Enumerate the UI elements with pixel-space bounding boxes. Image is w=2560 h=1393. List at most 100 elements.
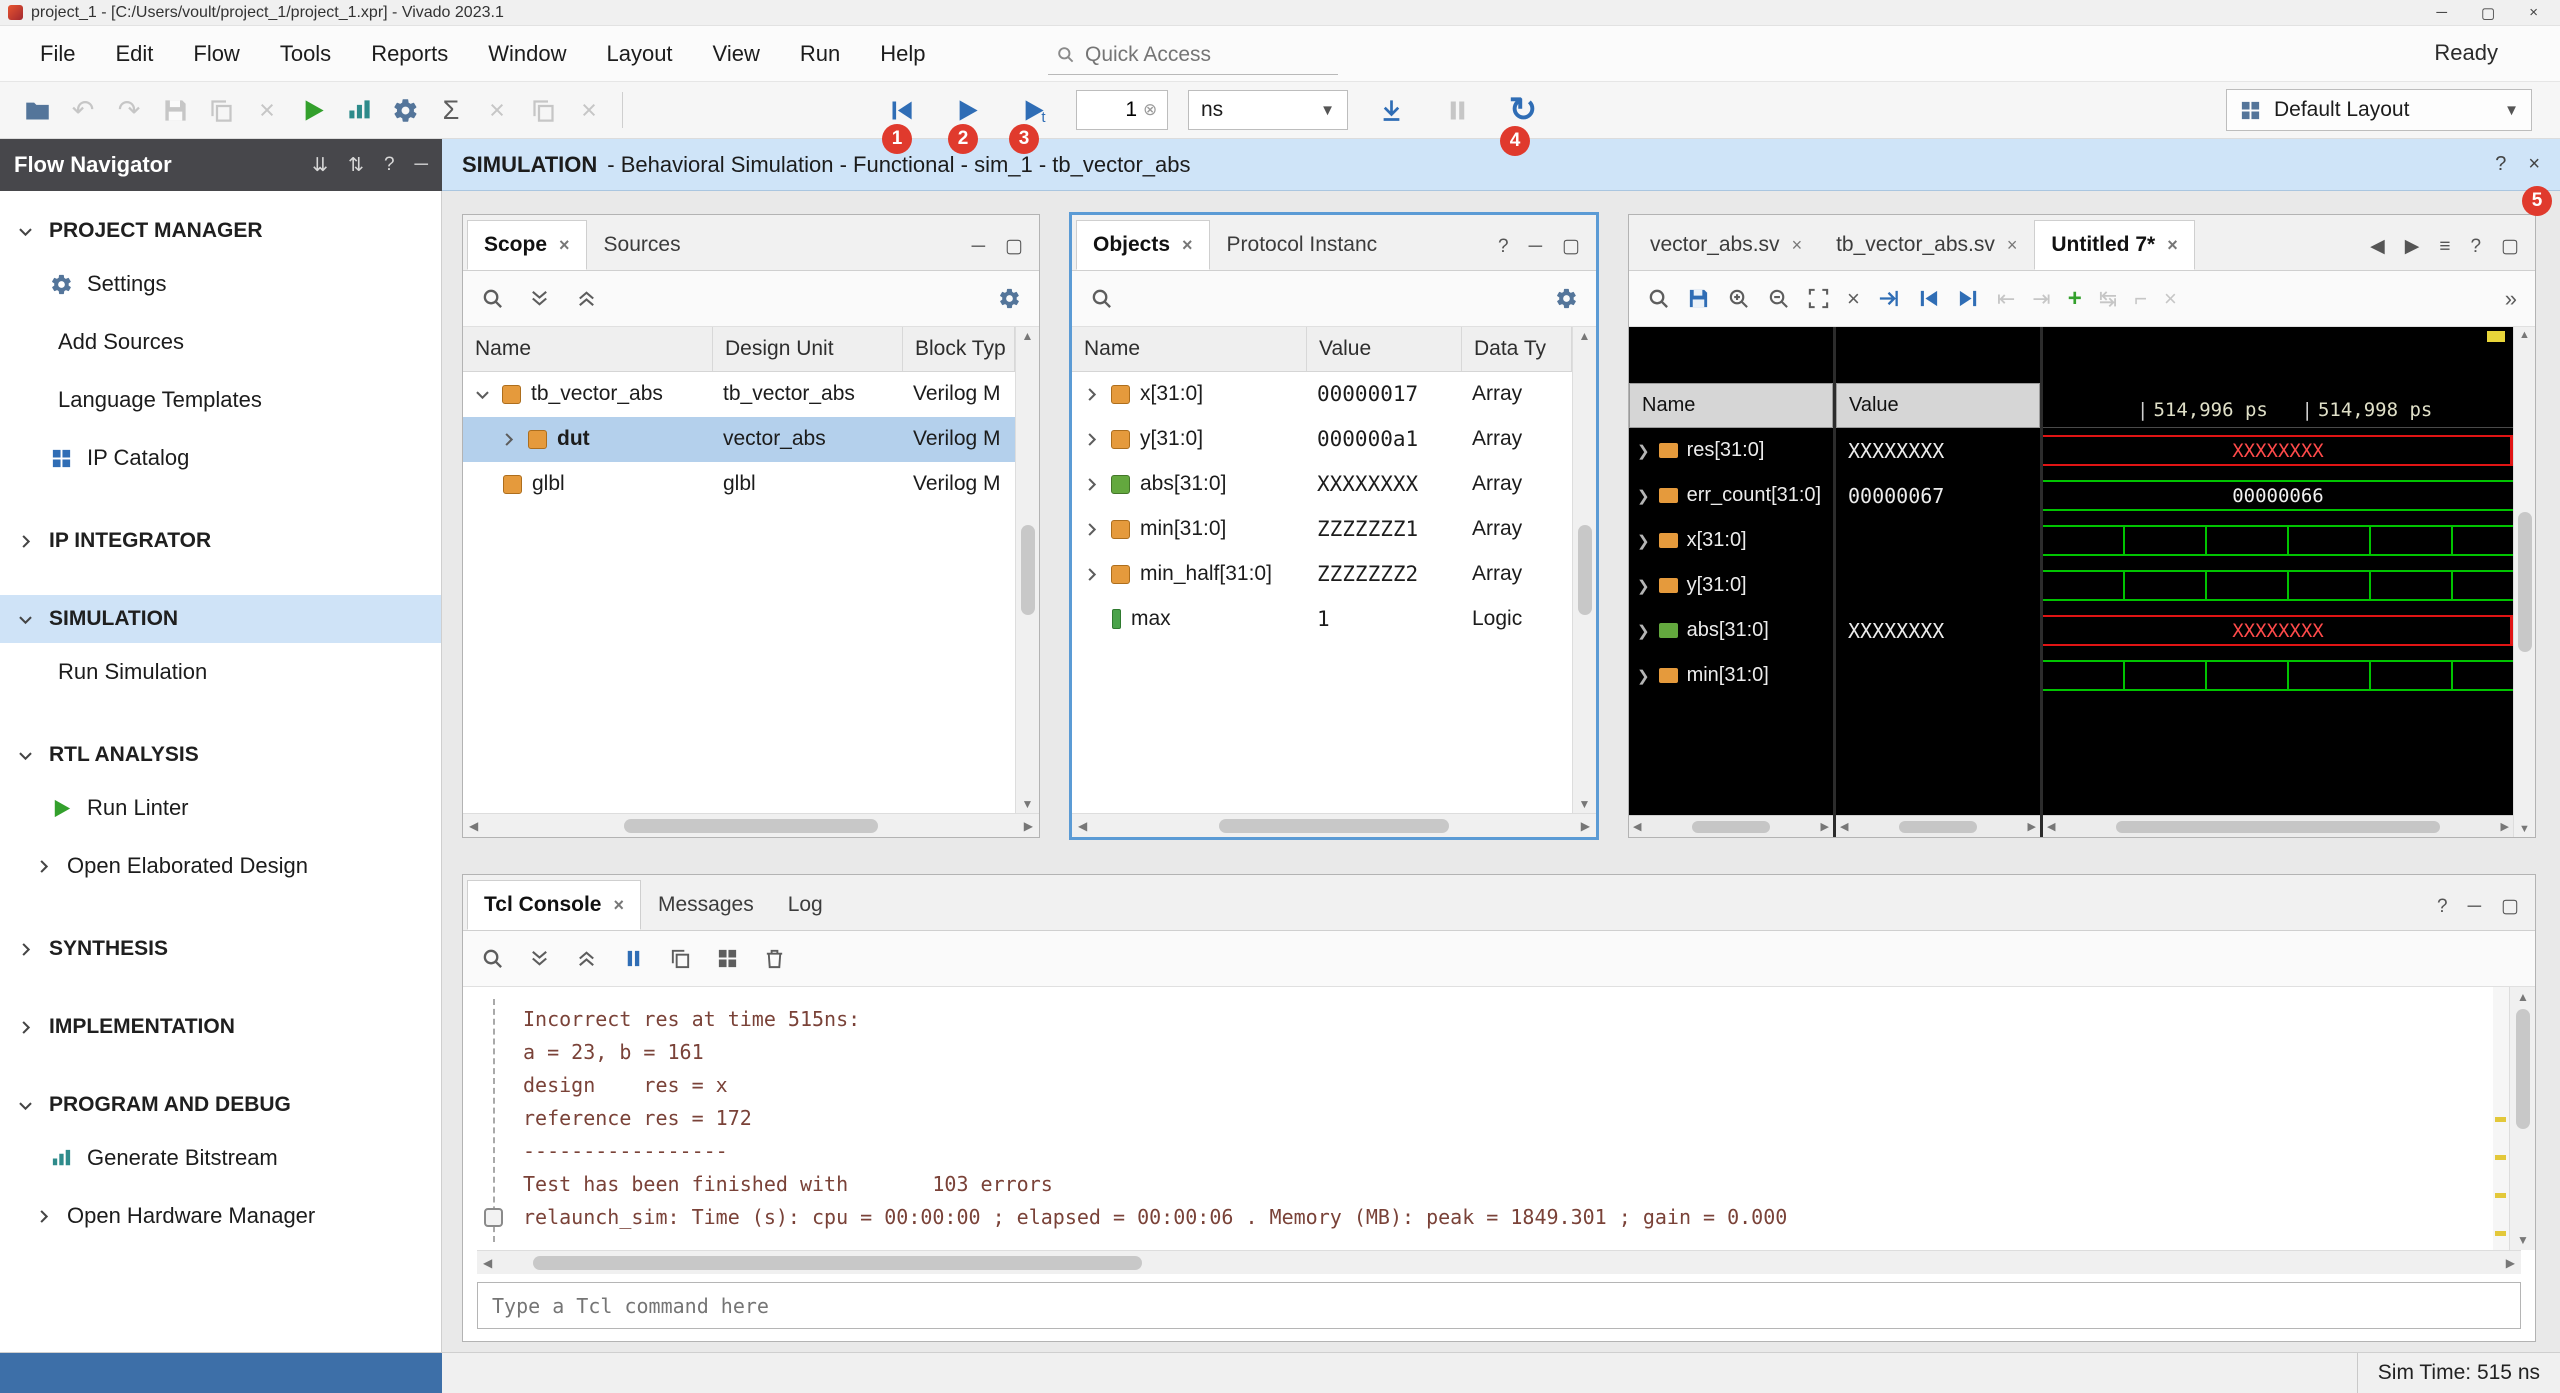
wave-trace-err-count[interactable]: 00000066 bbox=[2043, 473, 2513, 518]
column-header-value[interactable]: Value bbox=[1307, 327, 1462, 371]
wave-value-header[interactable]: Value bbox=[1836, 383, 2040, 428]
menu-flow[interactable]: Flow bbox=[175, 33, 257, 75]
console-vertical-scrollbar[interactable]: ▲▼ bbox=[2509, 987, 2535, 1250]
wave-trace-min[interactable] bbox=[2043, 653, 2513, 698]
sidebar-item-settings[interactable]: Settings bbox=[0, 255, 441, 313]
section-project-manager[interactable]: PROJECT MANAGER bbox=[0, 207, 441, 255]
unmark-button[interactable]: × bbox=[566, 87, 612, 133]
overflow-menu-icon[interactable]: » bbox=[2505, 286, 2517, 312]
copy-icon[interactable] bbox=[669, 947, 692, 970]
search-icon[interactable] bbox=[481, 287, 504, 310]
maximize-icon[interactable]: ▢ bbox=[1562, 235, 1580, 258]
search-icon[interactable] bbox=[1647, 287, 1670, 310]
delete-button[interactable]: × bbox=[244, 87, 290, 133]
collapse-all-icon[interactable] bbox=[528, 947, 551, 970]
close-icon[interactable]: × bbox=[2007, 235, 2018, 256]
go-to-start-icon[interactable] bbox=[1917, 287, 1940, 310]
undo-button[interactable]: ↶ bbox=[60, 87, 106, 133]
section-simulation[interactable]: SIMULATION bbox=[0, 595, 441, 643]
waveform-area[interactable]: 514,996 ps 514,998 ps XXXXXXXX 00000066 … bbox=[2043, 327, 2513, 837]
chevron-down-icon[interactable] bbox=[473, 385, 492, 404]
chevron-right-icon[interactable] bbox=[1082, 475, 1101, 494]
help-icon[interactable]: ? bbox=[2437, 896, 2448, 918]
report-icon[interactable] bbox=[716, 947, 739, 970]
copy-button[interactable] bbox=[198, 87, 244, 133]
sidebar-item-language-templates[interactable]: Language Templates bbox=[0, 371, 441, 429]
maximize-icon[interactable]: ▢ bbox=[2501, 895, 2519, 918]
tab-scope[interactable]: Scope × bbox=[467, 220, 587, 270]
horizontal-scrollbar[interactable]: ◀▶ bbox=[463, 813, 1039, 837]
menu-file[interactable]: File bbox=[22, 33, 93, 75]
tab-list-icon[interactable]: ≡ bbox=[2439, 236, 2450, 258]
wave-trace-abs[interactable]: XXXXXXXX bbox=[2043, 608, 2513, 653]
minimize-icon[interactable]: ─ bbox=[2468, 896, 2481, 918]
layout-selector[interactable]: Default Layout ▼ bbox=[2226, 89, 2532, 131]
column-header-data-type[interactable]: Data Ty bbox=[1462, 327, 1572, 371]
chevron-right-icon[interactable] bbox=[1082, 385, 1101, 404]
next-transition-icon[interactable]: ⇥ bbox=[2032, 286, 2050, 312]
previous-transition-icon[interactable]: ⇤ bbox=[1997, 286, 2015, 312]
menu-reports[interactable]: Reports bbox=[353, 33, 466, 75]
add-marker-icon[interactable]: + bbox=[2068, 285, 2082, 313]
cursor-toggle-icon[interactable]: × bbox=[1847, 286, 1860, 312]
chevron-right-icon[interactable] bbox=[499, 430, 518, 449]
zoom-out-icon[interactable] bbox=[1767, 287, 1790, 310]
tab-tcl-console[interactable]: Tcl Console × bbox=[467, 880, 641, 930]
close-icon[interactable]: × bbox=[1792, 235, 1803, 256]
sidebar-item-open-elaborated-design[interactable]: Open Elaborated Design bbox=[0, 837, 441, 895]
tab-untitled-7[interactable]: Untitled 7* × bbox=[2034, 220, 2194, 270]
close-icon[interactable]: × bbox=[2167, 235, 2178, 256]
scope-row-tb-vector-abs[interactable]: tb_vector_abs tb_vector_abs Verilog M bbox=[463, 372, 1015, 417]
object-row-abs[interactable]: abs[31:0] XXXXXXXX Array bbox=[1072, 462, 1572, 507]
minimize-icon[interactable]: ─ bbox=[1529, 236, 1542, 258]
invert-icon[interactable]: ⌐ bbox=[2134, 286, 2147, 312]
help-icon[interactable]: ? bbox=[2470, 236, 2481, 258]
section-rtl-analysis[interactable]: RTL ANALYSIS bbox=[0, 731, 441, 779]
zoom-in-icon[interactable] bbox=[1727, 287, 1750, 310]
collapse-all-icon[interactable]: ⇊ bbox=[312, 154, 328, 177]
step-button[interactable] bbox=[1368, 87, 1414, 133]
close-icon[interactable]: × bbox=[613, 895, 624, 916]
wave-trace-y[interactable] bbox=[2043, 563, 2513, 608]
window-maximize-button[interactable]: ▢ bbox=[2481, 4, 2495, 22]
save-button[interactable] bbox=[152, 87, 198, 133]
tab-log[interactable]: Log bbox=[771, 880, 840, 930]
relaunch-sim-button[interactable]: ↻ bbox=[1500, 87, 1546, 133]
expand-all-icon[interactable] bbox=[575, 947, 598, 970]
run-button[interactable] bbox=[290, 87, 336, 133]
sim-time-input[interactable] bbox=[1085, 98, 1137, 122]
menu-tools[interactable]: Tools bbox=[262, 33, 349, 75]
report-button[interactable]: Σ bbox=[428, 87, 474, 133]
vertical-scrollbar[interactable]: ▲▼ bbox=[1572, 327, 1596, 813]
scope-row-dut[interactable]: dut vector_abs Verilog M bbox=[463, 417, 1015, 462]
column-header-name[interactable]: Name bbox=[463, 327, 713, 371]
menu-window[interactable]: Window bbox=[470, 33, 584, 75]
menu-view[interactable]: View bbox=[695, 33, 778, 75]
maximize-icon[interactable]: ▢ bbox=[2501, 235, 2519, 258]
swap-cursors-icon[interactable]: ↹ bbox=[2099, 286, 2117, 312]
search-icon[interactable] bbox=[1090, 287, 1113, 310]
sidebar-item-open-hardware-manager[interactable]: Open Hardware Manager bbox=[0, 1187, 441, 1245]
column-header-name[interactable]: Name bbox=[1072, 327, 1307, 371]
settings-button[interactable] bbox=[382, 87, 428, 133]
tcl-command-input[interactable] bbox=[492, 1294, 2506, 1318]
close-icon[interactable]: × bbox=[559, 235, 570, 256]
section-program-and-debug[interactable]: PROGRAM AND DEBUG bbox=[0, 1081, 441, 1129]
sim-time-field[interactable]: ⊗ bbox=[1076, 90, 1168, 130]
tab-messages[interactable]: Messages bbox=[641, 880, 771, 930]
tcl-command-field[interactable] bbox=[477, 1282, 2521, 1329]
time-unit-select[interactable]: ns ▼ bbox=[1188, 90, 1348, 130]
wave-signal-abs[interactable]: ❯abs[31:0] bbox=[1629, 608, 1833, 653]
tab-scroll-left-icon[interactable]: ◀ bbox=[2370, 235, 2385, 258]
expand-all-icon[interactable] bbox=[575, 287, 598, 310]
clear-console-icon[interactable] bbox=[763, 947, 786, 970]
section-ip-integrator[interactable]: IP INTEGRATOR bbox=[0, 517, 441, 565]
wave-signal-res[interactable]: ❯res[31:0] bbox=[1629, 428, 1833, 473]
vertical-scrollbar[interactable]: ▲▼ bbox=[1015, 327, 1039, 813]
object-row-y[interactable]: y[31:0] 000000a1 Array bbox=[1072, 417, 1572, 462]
window-close-button[interactable]: × bbox=[2529, 4, 2538, 22]
wave-trace-x[interactable] bbox=[2043, 518, 2513, 563]
menu-edit[interactable]: Edit bbox=[97, 33, 171, 75]
close-icon[interactable]: × bbox=[1182, 235, 1193, 256]
clear-time-icon[interactable]: ⊗ bbox=[1143, 100, 1157, 120]
